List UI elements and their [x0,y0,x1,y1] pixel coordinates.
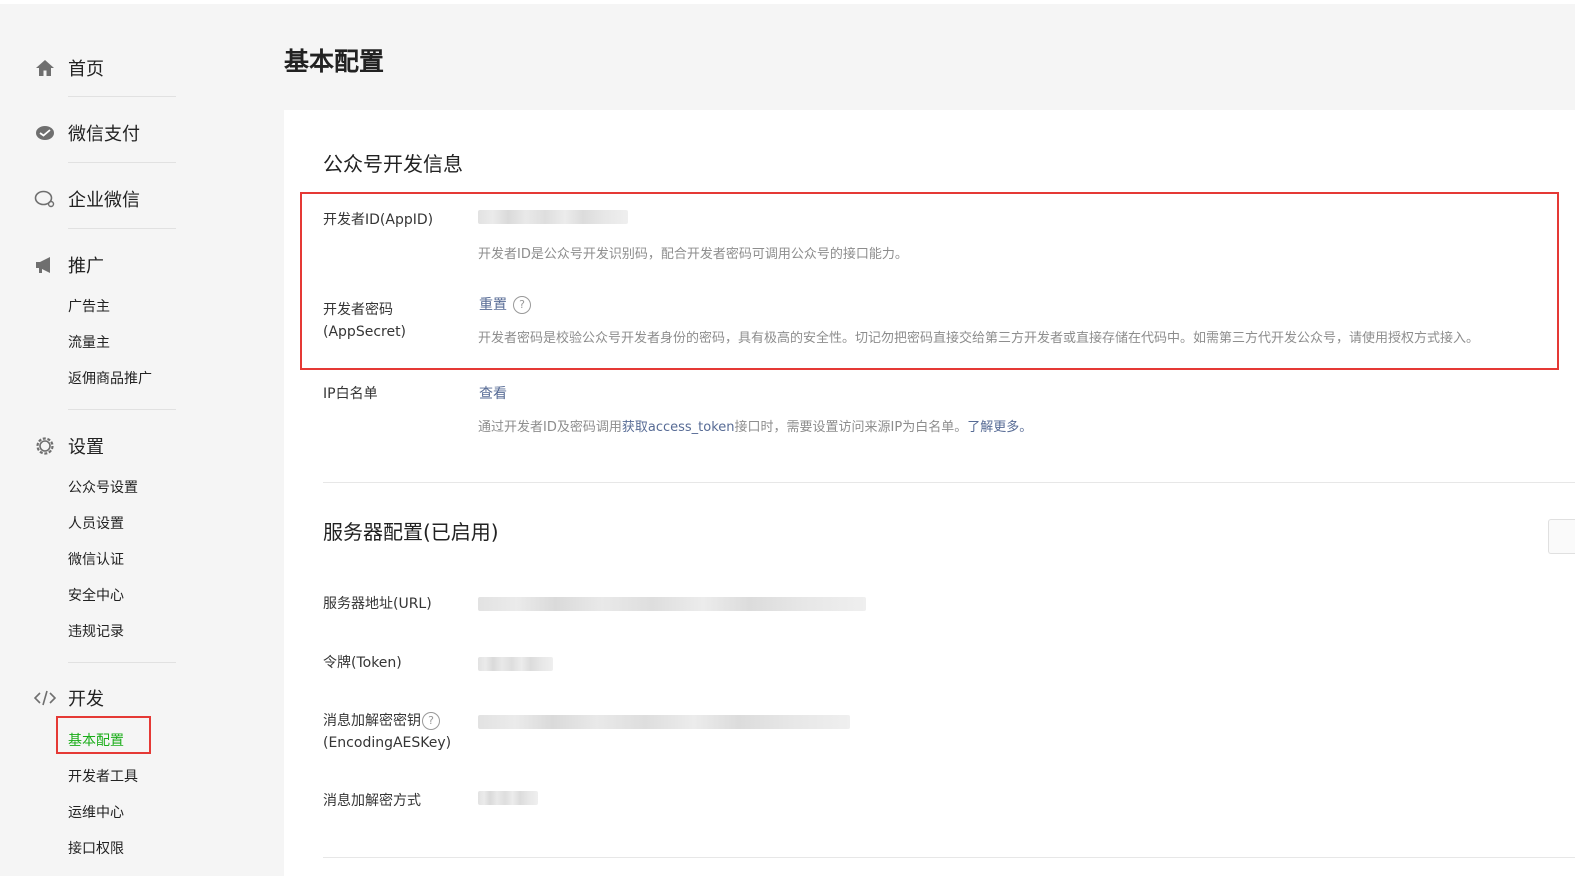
learn-more-link[interactable]: 了解更多。 [967,420,1032,435]
nav-ops-center[interactable]: 运维中心 [68,802,124,822]
aeskey-value-redacted [478,715,850,729]
aeskey-label-line2: (EncodingAESKey) [323,735,452,751]
nav-divider [68,96,176,97]
gear-icon [34,435,56,457]
page-title: 基本配置 [284,47,385,76]
nav-home[interactable]: 首页 [34,56,104,80]
nav-settings[interactable]: 设置 [34,434,104,458]
nav-divider [68,162,176,163]
nav-security-center[interactable]: 安全中心 [68,585,124,605]
encrypt-mode-label: 消息加解密方式 [323,793,421,809]
nav-api-permissions[interactable]: 接口权限 [68,838,124,858]
access-token-link[interactable]: 获取access_token [622,420,735,435]
active-item-highlight [56,716,151,754]
nav-divider [68,662,176,663]
token-label: 令牌(Token) [323,655,402,671]
code-icon [34,687,56,709]
nav-wechat-verify[interactable]: 微信认证 [68,549,124,569]
aeskey-label-text: 消息加解密密钥 [323,713,421,729]
nav-enterprise-wechat[interactable]: 企业微信 [34,187,140,211]
nav-traffic-host[interactable]: 流量主 [68,332,110,352]
home-icon [34,57,56,79]
wechat-pay-icon [34,122,56,144]
help-icon[interactable]: ? [422,712,440,730]
token-value-redacted [478,657,553,671]
nav-development-label: 开发 [68,689,104,710]
ip-whitelist-label: IP白名单 [323,386,378,402]
ip-whitelist-view-link[interactable]: 查看 [479,383,507,403]
nav-promotion-label: 推广 [68,256,104,277]
encrypt-mode-value-redacted [478,791,538,805]
dev-info-title: 公众号开发信息 [323,152,463,176]
nav-member-settings[interactable]: 人员设置 [68,513,124,533]
aeskey-label-line1: 消息加解密密钥? [323,710,440,732]
section-divider [323,857,1575,858]
nav-enterprise-wechat-label: 企业微信 [68,190,140,211]
megaphone-icon [34,254,56,276]
nav-rebate-promotion[interactable]: 返佣商品推广 [68,368,152,388]
ip-whitelist-desc: 通过开发者ID及密码调用获取access_token接口时，需要设置访问来源IP… [478,416,1032,435]
nav-divider [68,409,176,410]
ip-desc-prefix: 通过开发者ID及密码调用 [478,420,622,435]
server-url-value-redacted [478,597,866,611]
nav-wechat-pay-label: 微信支付 [68,124,140,145]
ip-desc-middle: 接口时，需要设置访问来源IP为白名单。 [734,420,968,435]
nav-violation-records[interactable]: 违规记录 [68,621,124,641]
nav-divider [68,228,176,229]
section-divider [323,482,1575,483]
nav-advertiser[interactable]: 广告主 [68,296,110,316]
enterprise-wechat-icon [34,188,56,210]
nav-development[interactable]: 开发 [34,686,104,710]
nav-developer-tools[interactable]: 开发者工具 [68,766,138,786]
nav-account-settings[interactable]: 公众号设置 [68,477,138,497]
nav-promotion[interactable]: 推广 [34,253,104,277]
server-config-title: 服务器配置(已启用) [323,520,499,544]
dev-info-highlight [300,192,1559,370]
nav-settings-label: 设置 [68,437,104,458]
server-config-edge-button[interactable] [1548,519,1575,554]
nav-home-label: 首页 [68,59,104,80]
nav-wechat-pay[interactable]: 微信支付 [34,121,140,145]
server-url-label: 服务器地址(URL) [323,596,432,612]
